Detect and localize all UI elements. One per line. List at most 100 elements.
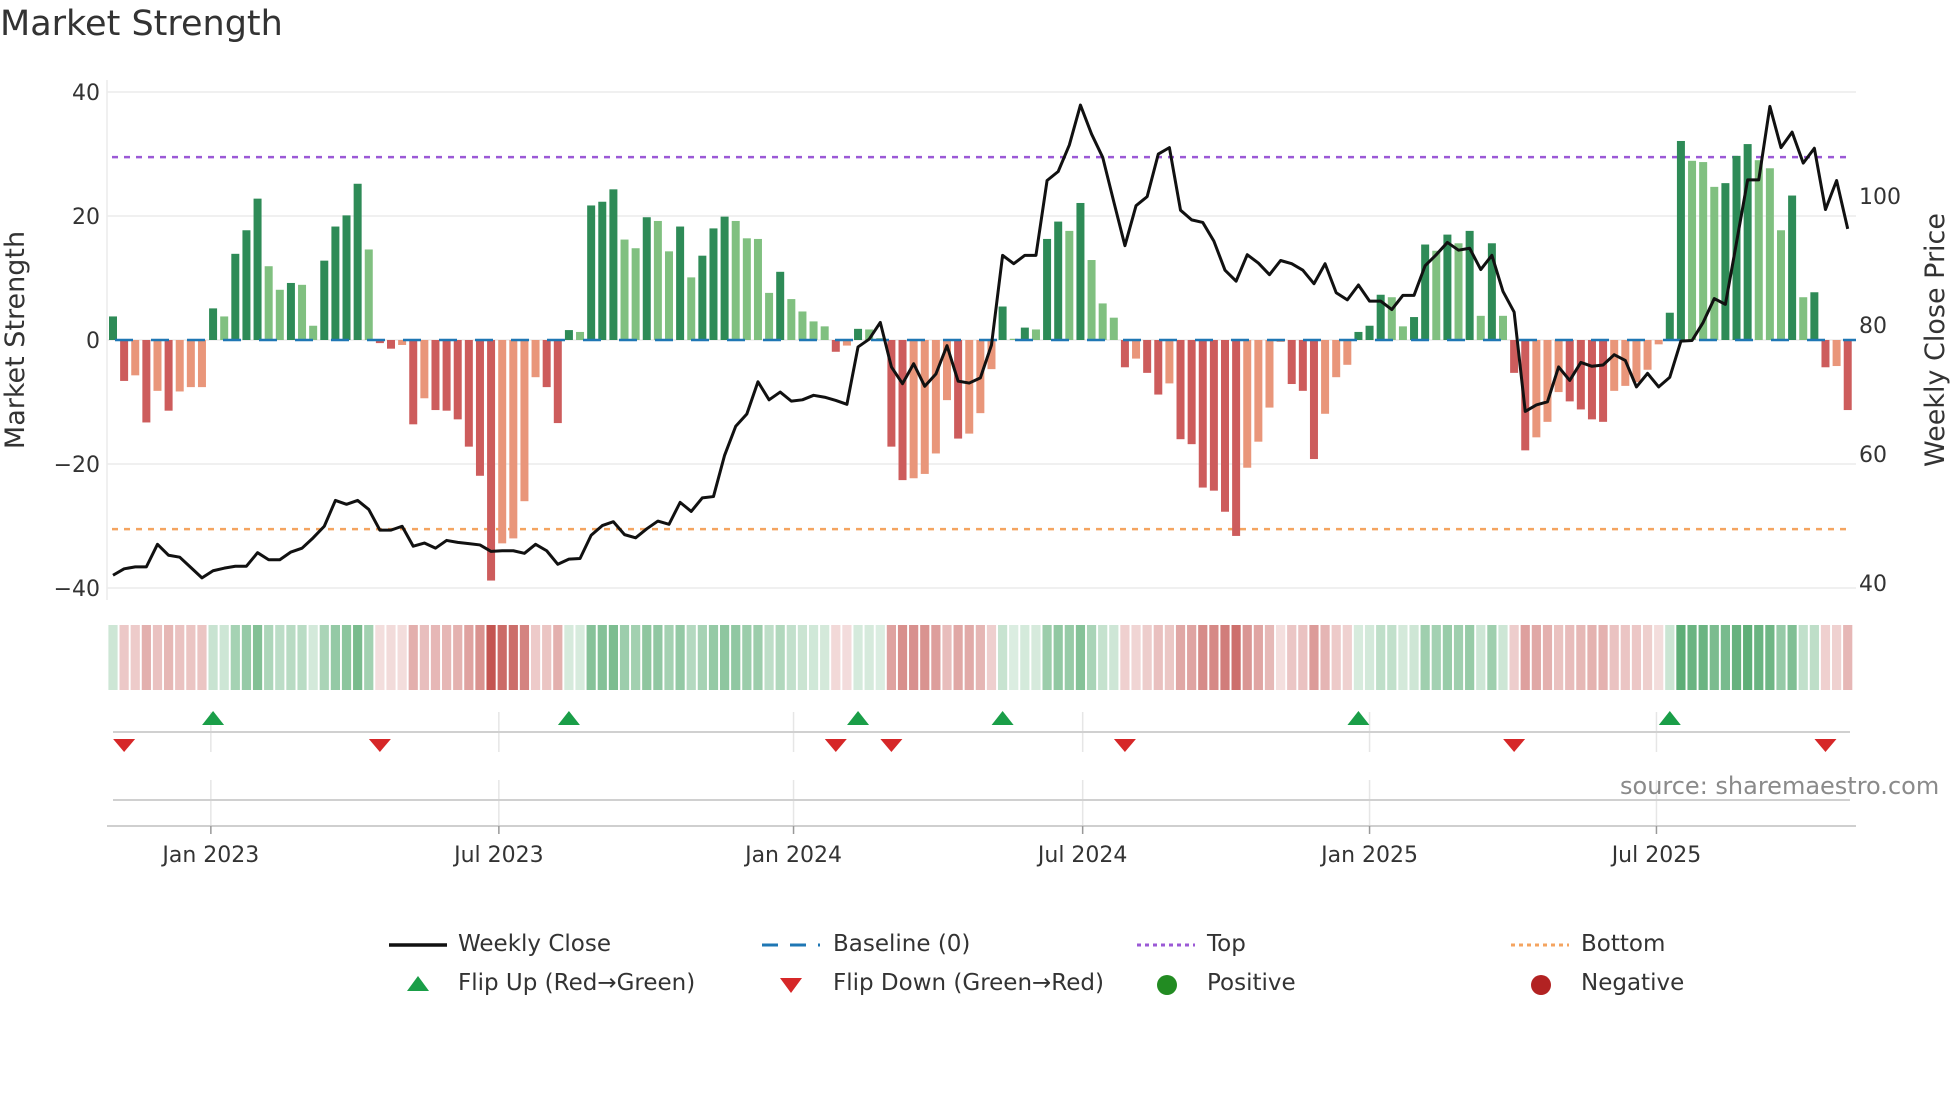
strength-bar [954, 340, 963, 439]
strength-bar [1332, 340, 1341, 378]
strength-bar [498, 340, 507, 544]
strength-bar [1821, 340, 1830, 368]
strength-bar [264, 266, 273, 340]
strip-cell [308, 625, 318, 690]
flip-up-marker [847, 711, 870, 725]
strength-bar [1632, 340, 1641, 383]
strip-cell [230, 625, 240, 690]
strip-cell [731, 625, 741, 690]
strip-cell [1098, 625, 1108, 690]
strength-bar [1454, 243, 1463, 340]
strength-bar [253, 198, 262, 340]
strength-bar [631, 248, 640, 340]
legend-baseline: Baseline (0) [833, 931, 971, 957]
strip-cell [831, 625, 841, 690]
flip-down-marker [1113, 739, 1136, 752]
strength-bar [1576, 340, 1585, 410]
strength-bar [1165, 340, 1174, 384]
strip-cell [1175, 625, 1186, 690]
strip-cell [875, 625, 885, 690]
strength-bar [1143, 340, 1152, 373]
strip-cell [1476, 625, 1486, 690]
strength-bar [1365, 325, 1374, 340]
strip-cell [1431, 625, 1441, 690]
strength-bar [1788, 195, 1797, 340]
legend-flip-up: Flip Up (Red→Green) [458, 970, 696, 996]
flip-down-marker [880, 739, 903, 752]
strip-cell [397, 625, 407, 690]
strength-bar [753, 238, 762, 340]
strength-bar [231, 253, 240, 340]
strength-bar [1132, 340, 1141, 359]
strength-bar [475, 340, 484, 476]
strip-cell [575, 625, 585, 690]
strength-bar [898, 340, 907, 481]
strength-bar [1209, 340, 1218, 491]
strip-cell [986, 625, 997, 690]
strength-bar [1043, 238, 1052, 340]
strip-cell [1687, 625, 1697, 690]
strip-cell [241, 625, 252, 690]
strip-cell [586, 625, 596, 690]
strength-bar [1765, 168, 1774, 340]
strength-bar [931, 340, 940, 454]
flip-down-marker [113, 739, 136, 752]
strength-bar [587, 205, 596, 340]
strength-bar [1087, 260, 1096, 340]
strip-cell [1587, 625, 1597, 690]
strength-bar [353, 183, 362, 340]
strip-cell [1142, 625, 1152, 690]
strength-bar [1421, 244, 1430, 340]
flip-markers [113, 711, 1850, 801]
strength-bar [487, 340, 496, 581]
strength-bar [1543, 340, 1552, 422]
strip-cell [252, 625, 263, 690]
strength-bar [1843, 340, 1852, 411]
strip-cell [364, 625, 374, 690]
strip-cell [319, 625, 329, 690]
strength-bar [787, 299, 796, 340]
strength-bar [1688, 160, 1697, 340]
strip-cell [1120, 625, 1130, 690]
grid [106, 80, 1856, 826]
strip-cell [419, 625, 429, 690]
strip-cell [1053, 625, 1063, 690]
strength-bar [1810, 292, 1819, 340]
y2-tick-label: 100 [1859, 185, 1901, 210]
source-note: source: sharemaestro.com [1620, 772, 1940, 800]
strip-cell [1798, 625, 1808, 690]
strip-cell [1420, 625, 1430, 690]
strip-cell [797, 625, 808, 690]
x-tick-label: Jul 2024 [1036, 843, 1128, 868]
y2-tick-label: 80 [1859, 314, 1887, 339]
strip-cell [1498, 625, 1508, 690]
strength-bar [542, 340, 551, 388]
strip-cell [920, 625, 930, 690]
flip-up-marker [1347, 711, 1370, 725]
strip-cell [1198, 625, 1208, 690]
strip-cell [275, 625, 285, 690]
strength-bar [1076, 202, 1085, 340]
strip-cell [1009, 625, 1019, 690]
strength-bar [342, 215, 351, 340]
strip-cell [108, 625, 118, 690]
strength-bar [275, 289, 284, 340]
strip-cell [119, 625, 129, 690]
strength-bar [197, 340, 206, 388]
legend-flip-down-icon [780, 978, 802, 993]
strength-bar [809, 321, 818, 340]
strength-bar [1298, 340, 1307, 391]
strength-bar [120, 340, 129, 381]
strip-cell [608, 625, 618, 690]
y2-axis-label: Weekly Close Price [1920, 213, 1951, 467]
strip-cell [1654, 625, 1664, 690]
strip-cell [1331, 625, 1341, 690]
strip-cell [1765, 625, 1775, 690]
strength-bar [1499, 315, 1507, 340]
strength-bar [620, 239, 629, 340]
strength-bar [220, 316, 229, 340]
strip-cell [1642, 625, 1653, 690]
strip-cell [530, 625, 541, 690]
strip-cell [1442, 625, 1452, 690]
strength-bar [1777, 230, 1785, 340]
